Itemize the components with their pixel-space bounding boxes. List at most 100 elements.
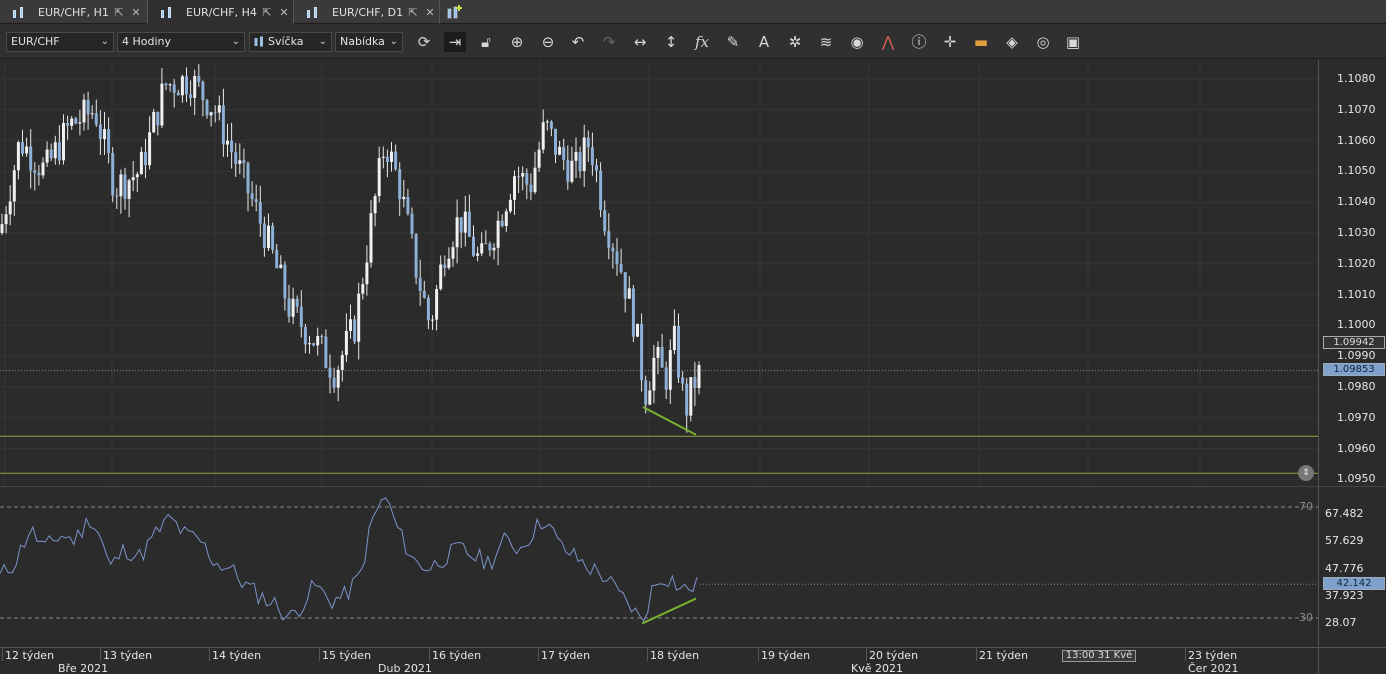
candle [615, 237, 619, 276]
period-value: 4 Hodiny [122, 35, 172, 48]
candle [443, 255, 447, 277]
candle [320, 334, 324, 344]
instrument-select[interactable]: EUR/CHF ⌄ [6, 32, 114, 52]
pen-icon[interactable]: ✎ [722, 32, 744, 52]
candle [349, 304, 352, 339]
candle [111, 147, 115, 203]
time-axis-corner [1318, 647, 1386, 674]
candle [435, 284, 439, 331]
candle [213, 105, 217, 123]
close-icon[interactable]: ✕ [277, 6, 291, 19]
candle [127, 178, 131, 218]
offer-side-value: Nabídka [340, 35, 385, 48]
horizontal-resize-icon[interactable]: ↔ [629, 32, 651, 52]
refresh-icon[interactable]: ⟳ [413, 32, 435, 52]
candle [431, 315, 434, 330]
unlock-icon[interactable]: 🔓︎ [475, 32, 497, 52]
candle [258, 185, 262, 237]
candle [90, 105, 94, 120]
candle [267, 213, 270, 251]
candle [8, 185, 12, 226]
rsi-tick-label: 67.482 [1325, 506, 1364, 520]
redo-icon[interactable]: ↷ [598, 32, 620, 52]
text-icon[interactable]: A [753, 32, 775, 52]
candle [21, 129, 24, 157]
rsi-current-tag: 42.142 [1323, 577, 1385, 591]
layers-icon[interactable]: ≋ [815, 32, 837, 52]
eye-icon[interactable]: ◉ [846, 32, 868, 52]
candle-chart-icon [12, 5, 28, 19]
ruler-icon[interactable]: ▬ [970, 32, 992, 52]
candle [357, 282, 361, 360]
tab-eurchf-d1[interactable]: EUR/CHF, D1 ⇱ ✕ [294, 0, 440, 24]
candle [221, 88, 225, 157]
candle [664, 361, 668, 400]
offer-side-select[interactable]: Nabídka ⌄ [335, 32, 403, 52]
candle [324, 329, 328, 369]
cursor-cross-icon[interactable]: ✛ [939, 32, 961, 52]
candle [262, 216, 266, 257]
undo-icon[interactable]: ↶ [567, 32, 589, 52]
add-chart-icon[interactable] [446, 3, 464, 21]
candle [369, 200, 373, 268]
crosshair-icon[interactable]: ✲ [784, 32, 806, 52]
rsi-indicator-pane[interactable] [0, 487, 1318, 647]
chart-type-select[interactable]: Svíčka ⌄ [249, 32, 332, 52]
candle [49, 143, 53, 162]
fill-bucket-icon[interactable]: ◈ [1001, 32, 1023, 52]
price-chart-pane[interactable] [0, 60, 1318, 486]
week-separator [2, 648, 3, 661]
tab-eurchf-h1[interactable]: EUR/CHF, H1 ⇱ ✕ [0, 0, 148, 24]
price-tick-label: 1.1040 [1337, 195, 1376, 209]
zoom-out-icon[interactable]: ⊖ [537, 32, 559, 52]
popout-icon[interactable]: ⇱ [112, 6, 126, 19]
candle [390, 141, 393, 172]
time-axis[interactable]: 13:00 31 Kvě 12 týden 13 týden 14 týden 15 … [0, 647, 1318, 674]
info-icon[interactable]: ⓘ [908, 32, 930, 52]
candle [406, 188, 410, 216]
save-icon[interactable]: ▣ [1062, 32, 1084, 52]
tab-bar: EUR/CHF, H1 ⇱ ✕ EUR/CHF, H4 ⇱ ✕ EUR/CHF,… [0, 0, 1386, 24]
tab-eurchf-h4[interactable]: EUR/CHF, H4 ⇱ ✕ [148, 0, 294, 24]
indicators-fx-icon[interactable]: fx [691, 32, 713, 52]
candle [562, 138, 566, 171]
rsi-axis[interactable]: 70 30 67.482 57.629 47.776 37.923 28.07 42.142 [1299, 487, 1386, 647]
candle [144, 138, 147, 179]
rsi-level-label: 30 [1299, 611, 1313, 624]
price-axis[interactable]: 1.1080 1.1070 1.1060 1.1050 1.1040 1.1030 1.10… [1318, 60, 1386, 486]
candle [197, 64, 201, 87]
candle [365, 245, 369, 296]
popout-icon[interactable]: ⇱ [406, 6, 420, 19]
period-select[interactable]: 4 Hodiny ⌄ [117, 32, 245, 52]
price-tick-label: 1.1010 [1337, 287, 1376, 301]
candle [439, 255, 443, 291]
week-separator [319, 648, 320, 661]
candle [180, 74, 184, 103]
popout-icon[interactable]: ⇱ [260, 6, 274, 19]
close-icon[interactable]: ✕ [129, 6, 143, 19]
candle [693, 361, 697, 407]
candle [152, 108, 156, 134]
week-label: 17 týden [541, 649, 591, 662]
theme-icon[interactable]: ◎ [1032, 32, 1054, 52]
vertical-resize-icon[interactable]: ↕ [660, 32, 682, 52]
candle [619, 248, 623, 274]
zoom-in-icon[interactable]: ⊕ [506, 32, 528, 52]
rsi-chart[interactable] [0, 487, 1318, 647]
price-tick-label: 1.0960 [1337, 441, 1376, 455]
close-icon[interactable]: ✕ [423, 6, 437, 19]
candle [414, 233, 418, 285]
candle [566, 145, 570, 190]
candlestick-chart[interactable] [0, 60, 1318, 486]
candle [193, 69, 197, 116]
candle [164, 82, 168, 91]
candle [554, 128, 557, 164]
alert-icon[interactable]: ⋀ [877, 32, 899, 52]
scale-toggle-icon[interactable]: ⇕ [1298, 465, 1314, 481]
candle [472, 225, 475, 257]
candle [74, 116, 78, 125]
candle [467, 194, 471, 238]
auto-shift-icon[interactable]: ⇥ [444, 32, 466, 52]
candle [685, 377, 689, 433]
rsi-level-label: 70 [1299, 500, 1313, 513]
